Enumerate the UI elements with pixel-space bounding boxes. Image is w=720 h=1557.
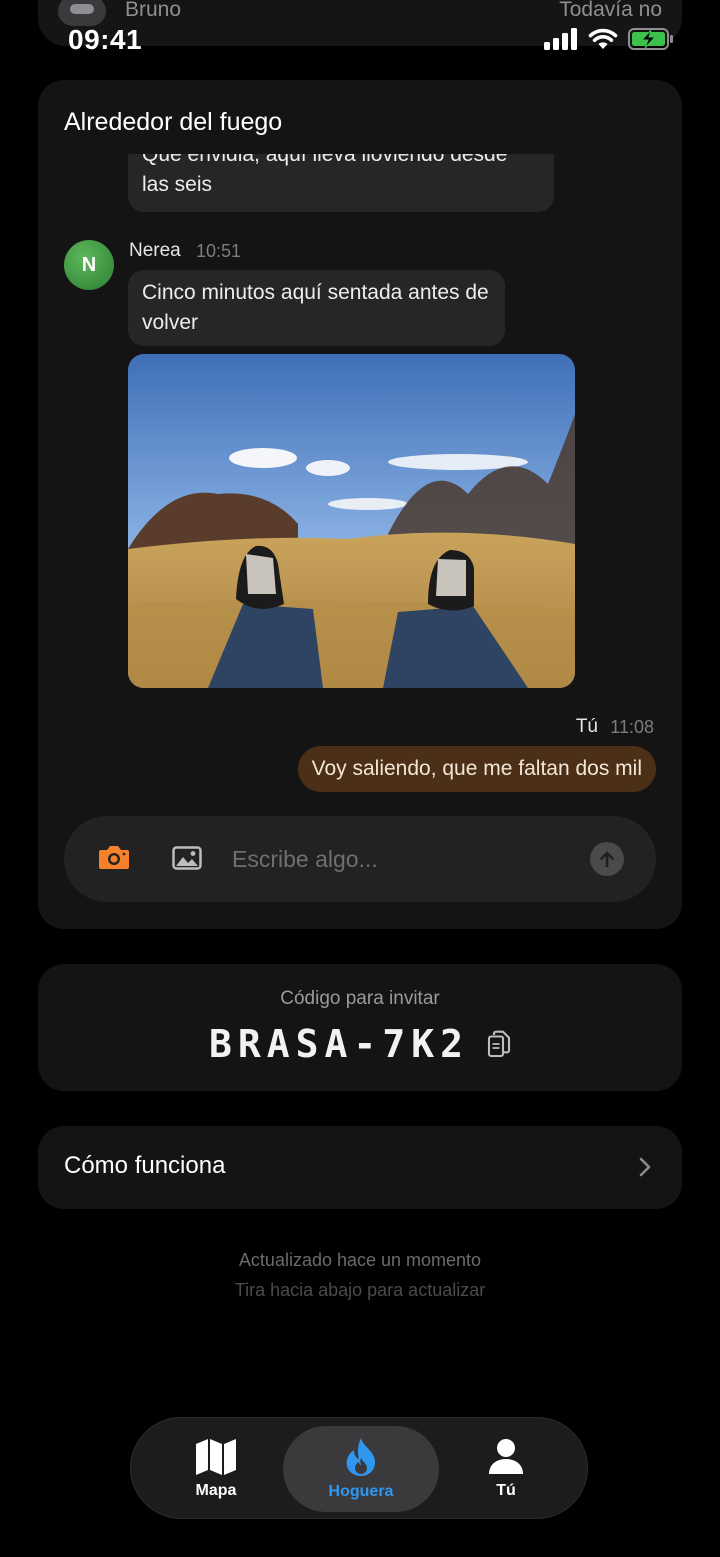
map-icon <box>196 1439 236 1475</box>
invite-card: Código para invitar BRASA-7K2 <box>38 964 682 1091</box>
gallery-button[interactable] <box>172 846 202 875</box>
camera-icon <box>99 846 129 869</box>
chat-card: Alrededor del fuego Que envidia, aquí ll… <box>38 80 682 929</box>
invite-label: Código para invitar <box>280 988 440 1009</box>
invite-code[interactable]: BRASA-7K2 <box>209 1022 469 1066</box>
chat-title: Alrededor del fuego <box>64 108 283 136</box>
background-card-status: Todavía no <box>559 0 662 21</box>
tab-tu[interactable]: Tú <box>437 1426 575 1512</box>
tab-hoguera[interactable]: Hoguera <box>283 1426 439 1512</box>
message-bubble-incoming: Que envidia, aquí lleva lloviendo desde … <box>128 154 554 212</box>
cellular-signal-icon <box>544 28 577 50</box>
send-button[interactable] <box>590 842 624 876</box>
battery-charging-icon <box>628 28 673 50</box>
message-composer <box>64 816 656 902</box>
status-bar-icons <box>544 28 674 50</box>
tab-bar: Mapa Hoguera Tú <box>130 1417 588 1519</box>
message-bubble-incoming: Cinco minutos aquí sentada antes de volv… <box>128 270 505 346</box>
avatar-initial: N <box>81 253 97 276</box>
tab-label: Tú <box>496 1482 516 1499</box>
message-sender-self: Tú <box>575 716 598 737</box>
message-list[interactable]: Que envidia, aquí lleva lloviendo desde … <box>38 154 682 814</box>
image-icon <box>172 846 202 870</box>
wifi-icon <box>588 28 618 49</box>
message-bubble-outgoing: Voy saliendo, que me faltan dos mil <box>297 746 656 792</box>
photo-image <box>128 354 575 688</box>
message-time: 11:08 <box>610 717 654 737</box>
arrow-up-icon <box>600 851 614 868</box>
avatar[interactable]: N <box>64 240 114 290</box>
message-photo[interactable] <box>128 354 575 688</box>
message-time: 10:51 <box>196 241 242 261</box>
copy-icon[interactable] <box>487 1030 511 1058</box>
person-icon <box>489 1439 523 1474</box>
flame-icon <box>346 1438 376 1476</box>
background-card-name: Bruno <box>125 0 182 21</box>
tab-mapa[interactable]: Mapa <box>147 1426 285 1512</box>
camera-button[interactable] <box>98 844 130 875</box>
tab-label: Mapa <box>195 1482 237 1499</box>
tab-label: Hoguera <box>328 1483 394 1500</box>
status-bar-time: 09:41 <box>68 24 143 55</box>
pull-to-refresh-hint: Tira hacia abajo para actualizar <box>234 1280 486 1300</box>
invite-code-row[interactable]: BRASA-7K2 <box>38 1022 682 1066</box>
last-updated-text: Actualizado hace un momento <box>238 1250 482 1270</box>
chevron-right-icon <box>639 1157 651 1177</box>
message-input[interactable] <box>232 836 572 882</box>
message-sender: Nerea <box>129 240 181 261</box>
background-card-toggle <box>58 0 106 26</box>
how-it-works-row[interactable]: Cómo funciona <box>38 1126 682 1209</box>
how-it-works-label: Cómo funciona <box>64 1152 226 1179</box>
